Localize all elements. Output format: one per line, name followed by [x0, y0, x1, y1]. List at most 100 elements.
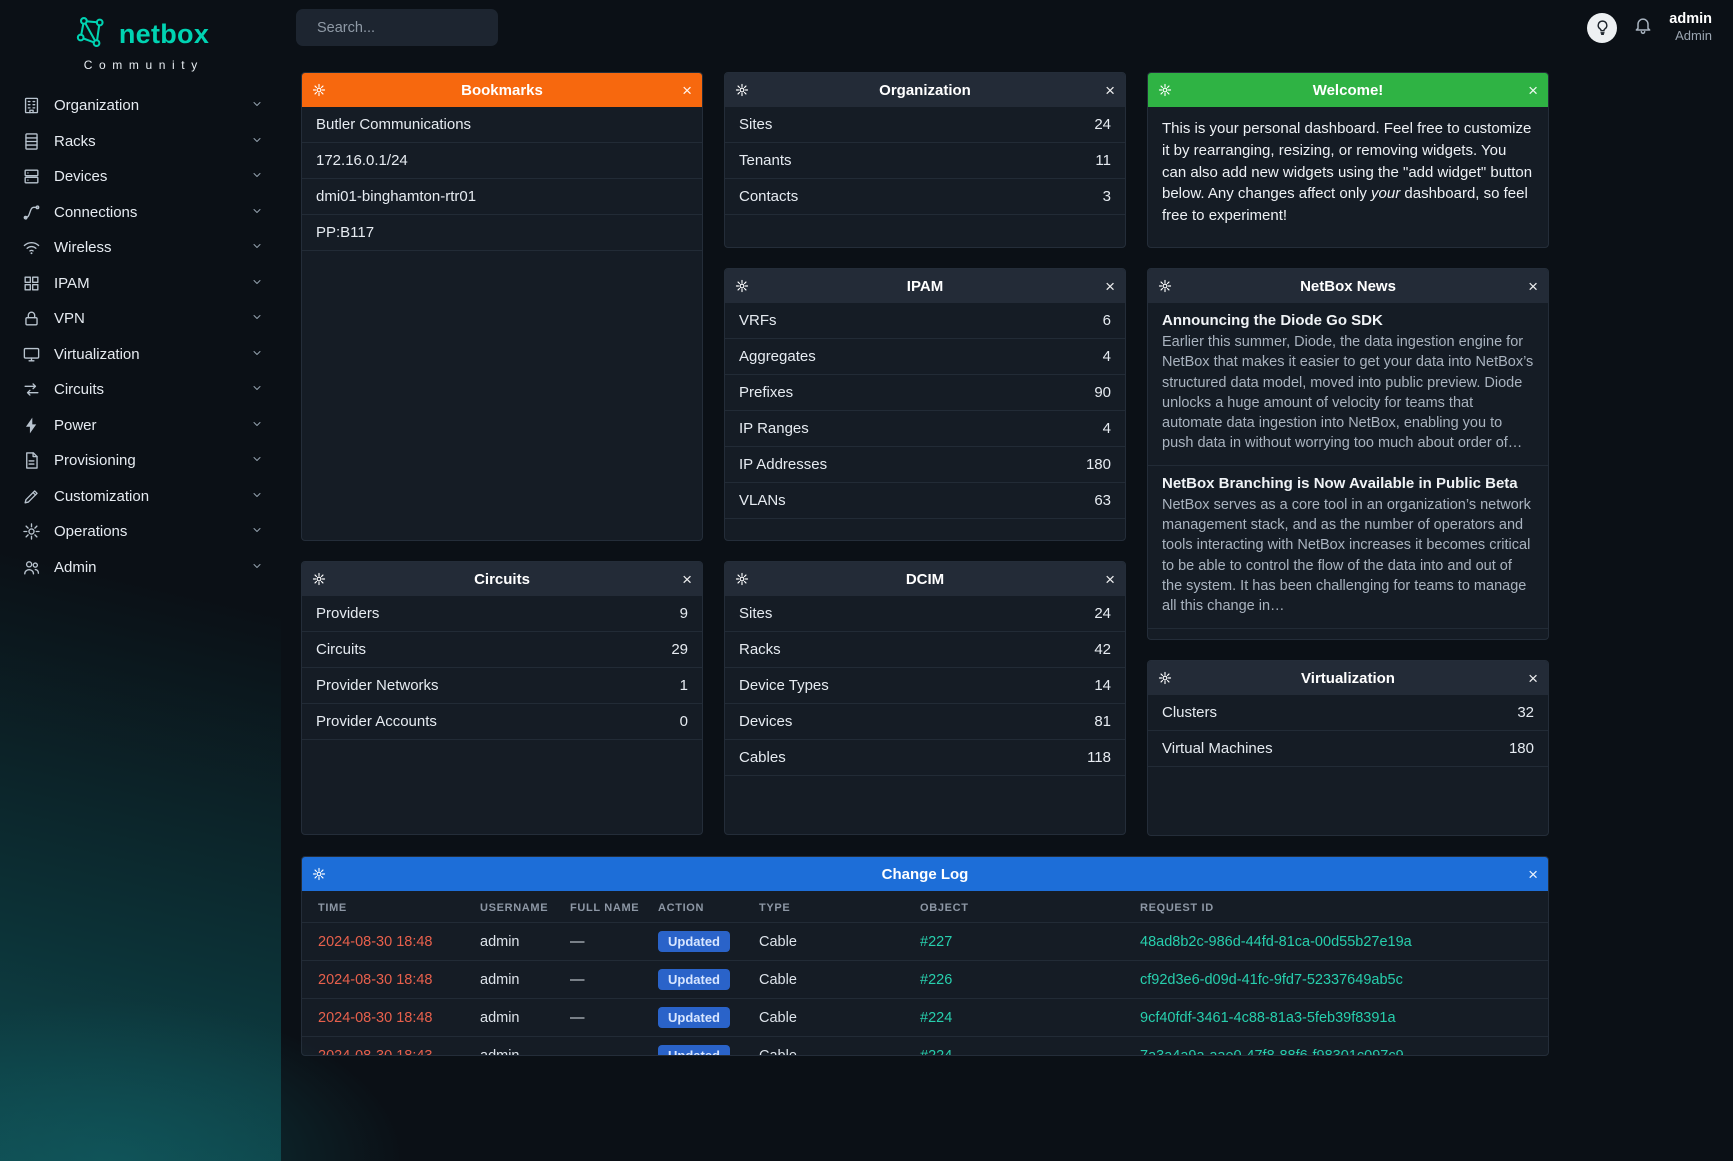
widget-close-icon[interactable]: × — [670, 571, 692, 588]
user-menu[interactable]: admin Admin — [1669, 10, 1712, 44]
widget-close-icon[interactable]: × — [1093, 571, 1115, 588]
virtualization-widget-header: Virtualization × — [1148, 661, 1548, 695]
stat-row[interactable]: Virtual Machines180 — [1148, 731, 1548, 767]
news-article-link[interactable]: A New Look For NetBox and NetBox Labs — [1162, 638, 1534, 640]
search-input[interactable] — [317, 20, 504, 36]
changelog-time-link[interactable]: 2024-08-30 18:48 — [318, 972, 433, 988]
sidebar-item-admin[interactable]: Admin — [0, 550, 281, 586]
chevron-down-icon — [251, 310, 263, 327]
column-header: TIME — [302, 891, 472, 923]
stat-value: 6 — [1103, 312, 1111, 329]
widget-title: DCIM — [757, 571, 1093, 588]
widget-close-icon[interactable]: × — [670, 82, 692, 99]
stat-value: 32 — [1517, 704, 1534, 721]
stat-row[interactable]: Providers9 — [302, 596, 702, 632]
changelog-object-link[interactable]: #227 — [920, 934, 952, 950]
changelog-username: admin — [472, 923, 562, 961]
changelog-time-link[interactable]: 2024-08-30 18:48 — [318, 934, 433, 950]
stat-row[interactable]: Clusters32 — [1148, 695, 1548, 731]
stat-row[interactable]: IP Addresses180 — [725, 447, 1125, 483]
sidebar-item-virtualization[interactable]: Virtualization — [0, 337, 281, 373]
stat-row[interactable]: Tenants11 — [725, 143, 1125, 179]
bookmark-item[interactable]: Butler Communications — [302, 107, 702, 143]
widget-config-gear-icon[interactable] — [1158, 671, 1180, 685]
virtualization-widget: Virtualization × Clusters32 Virtual Mach… — [1147, 660, 1549, 836]
stat-value: 4 — [1103, 420, 1111, 437]
widget-config-gear-icon[interactable] — [312, 867, 334, 881]
sidebar-item-connections[interactable]: Connections — [0, 195, 281, 231]
sidebar-item-ipam[interactable]: IPAM — [0, 266, 281, 302]
stat-row[interactable]: Contacts3 — [725, 179, 1125, 215]
stat-row[interactable]: Cables118 — [725, 740, 1125, 776]
widget-close-icon[interactable]: × — [1093, 278, 1115, 295]
stat-row[interactable]: VLANs63 — [725, 483, 1125, 519]
bookmark-item[interactable]: dmi01-binghamton-rtr01 — [302, 179, 702, 215]
changelog-request-id-link[interactable]: 48ad8b2c-986d-44fd-81ca-00d55b27e19a — [1140, 934, 1412, 950]
stat-value: 9 — [680, 605, 688, 622]
changelog-request-id-link[interactable]: 9cf40fdf-3461-4c88-81a3-5feb39f8391a — [1140, 1010, 1396, 1026]
theme-toggle-button[interactable] — [1587, 13, 1617, 43]
change-log-widget-header: Change Log × — [302, 857, 1548, 891]
stat-row[interactable]: Device Types14 — [725, 668, 1125, 704]
changelog-object-link[interactable]: #224 — [920, 1048, 952, 1057]
widget-config-gear-icon[interactable] — [312, 83, 334, 97]
stat-row[interactable]: Sites24 — [725, 596, 1125, 632]
changelog-time-link[interactable]: 2024-08-30 18:48 — [318, 1010, 433, 1026]
sidebar-item-circuits[interactable]: Circuits — [0, 372, 281, 408]
stat-row[interactable]: VRFs6 — [725, 303, 1125, 339]
sidebar-item-vpn[interactable]: VPN — [0, 301, 281, 337]
changelog-object-link[interactable]: #224 — [920, 1010, 952, 1026]
widget-close-icon[interactable]: × — [1516, 82, 1538, 99]
stat-row[interactable]: Aggregates4 — [725, 339, 1125, 375]
sidebar-item-label: Connections — [54, 204, 238, 221]
changelog-request-id-link[interactable]: cf92d3e6-d09d-41fc-9fd7-52337649ab5c — [1140, 972, 1403, 988]
widget-config-gear-icon[interactable] — [735, 83, 757, 97]
sidebar-item-label: VPN — [54, 310, 238, 327]
news-article-link[interactable]: NetBox Branching is Now Available in Pub… — [1162, 475, 1534, 492]
stat-row[interactable]: Sites24 — [725, 107, 1125, 143]
sidebar-item-organization[interactable]: Organization — [0, 88, 281, 124]
sidebar-item-power[interactable]: Power — [0, 408, 281, 444]
changelog-fullname: — — [562, 1037, 650, 1057]
widget-close-icon[interactable]: × — [1516, 670, 1538, 687]
sidebar-item-devices[interactable]: Devices — [0, 159, 281, 195]
sidebar-item-provisioning[interactable]: Provisioning — [0, 443, 281, 479]
changelog-time-link[interactable]: 2024-08-30 18:43 — [318, 1048, 433, 1057]
stat-row[interactable]: Circuits29 — [302, 632, 702, 668]
notifications-bell-button[interactable] — [1633, 15, 1653, 40]
widget-close-icon[interactable]: × — [1516, 278, 1538, 295]
widget-config-gear-icon[interactable] — [1158, 279, 1180, 293]
stat-value: 11 — [1095, 152, 1111, 169]
widget-close-icon[interactable]: × — [1093, 82, 1115, 99]
users-icon — [22, 558, 41, 577]
sidebar-item-label: Provisioning — [54, 452, 238, 469]
chevron-down-icon — [251, 168, 263, 185]
chevron-down-icon — [251, 381, 263, 398]
changelog-request-id-link[interactable]: 7a3a4a9a-aae0-47f8-88f6-f98301c097c9 — [1140, 1048, 1404, 1057]
sidebar-item-customization[interactable]: Customization — [0, 479, 281, 515]
bookmark-item[interactable]: 172.16.0.1/24 — [302, 143, 702, 179]
sidebar-item-operations[interactable]: Operations — [0, 514, 281, 550]
widget-title: Change Log — [334, 866, 1516, 883]
stat-row[interactable]: Provider Networks1 — [302, 668, 702, 704]
widget-config-gear-icon[interactable] — [312, 572, 334, 586]
stat-row[interactable]: Provider Accounts0 — [302, 704, 702, 740]
widget-config-gear-icon[interactable] — [735, 572, 757, 586]
stat-row[interactable]: Racks42 — [725, 632, 1125, 668]
ipam-grid-icon — [22, 274, 41, 293]
widget-close-icon[interactable]: × — [1516, 866, 1538, 883]
news-article-link[interactable]: Announcing the Diode Go SDK — [1162, 312, 1534, 329]
stat-row[interactable]: Devices81 — [725, 704, 1125, 740]
sidebar-item-wireless[interactable]: Wireless — [0, 230, 281, 266]
welcome-widget: Welcome! × This is your personal dashboa… — [1147, 72, 1549, 248]
column-header: REQUEST ID — [1132, 891, 1548, 923]
bookmark-item[interactable]: PP:B117 — [302, 215, 702, 251]
brand[interactable]: netbox Community — [0, 0, 281, 80]
widget-config-gear-icon[interactable] — [735, 279, 757, 293]
widget-config-gear-icon[interactable] — [1158, 83, 1180, 97]
sidebar-item-label: Racks — [54, 133, 238, 150]
stat-row[interactable]: Prefixes90 — [725, 375, 1125, 411]
changelog-object-link[interactable]: #226 — [920, 972, 952, 988]
stat-row[interactable]: IP Ranges4 — [725, 411, 1125, 447]
sidebar-item-racks[interactable]: Racks — [0, 124, 281, 160]
